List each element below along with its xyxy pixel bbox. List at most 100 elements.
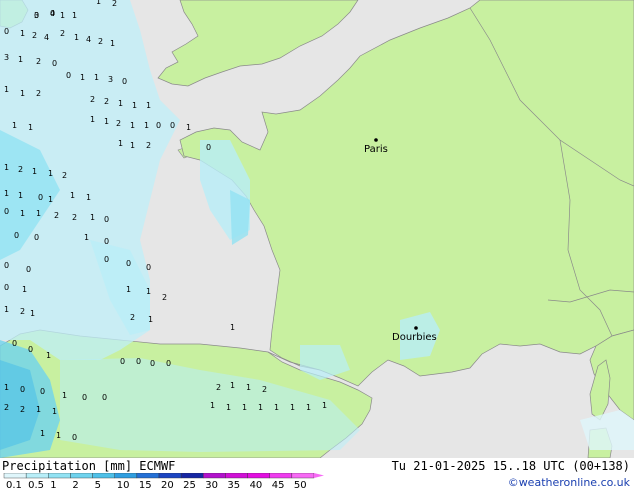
precip-value: 1 [52,407,57,416]
precip-value: 2 [98,37,103,46]
weather-map-view: Paris Dourbies 3411120124214213120011301… [0,0,634,490]
precip-value: 1 [146,287,151,296]
precip-value: 1 [110,39,115,48]
precip-value: 0 [82,393,87,402]
precip-value: 2 [36,57,41,66]
precip-value: 1 [80,73,85,82]
color-swatch [180,473,204,479]
precip-value: 1 [4,305,9,314]
precip-value: 2 [54,211,59,220]
color-swatch [92,473,115,479]
scale-tick-label: 20 [161,480,174,490]
precip-value: 1 [20,29,25,38]
precip-value: 1 [90,115,95,124]
color-swatch [3,473,27,479]
precip-value: 1 [230,381,235,390]
color-swatch [48,473,71,479]
scale-arrow [314,473,324,478]
precip-value: 1 [74,33,79,42]
precip-value: 0 [136,357,141,366]
precip-value: 1 [40,429,45,438]
scale-tick-label: 45 [272,480,285,490]
precip-value: 2 [18,165,23,174]
precip-value: 1 [146,101,151,110]
color-swatch [25,473,49,479]
precip-value: 1 [274,403,279,412]
precip-value: 1 [32,167,37,176]
color-swatch [136,473,160,479]
precip-value: 2 [90,95,95,104]
precip-value: 1 [22,285,27,294]
scale-tick-label: 15 [139,480,152,490]
precip-value: 0 [4,261,9,270]
precip-value: 0 [34,233,39,242]
precip-value: 0 [40,387,45,396]
precip-value: 1 [60,11,65,20]
scale-tick-label: 0.1 [6,480,22,490]
precip-value: 2 [62,171,67,180]
scale-tick-label: 5 [95,480,101,490]
precip-value: 0 [50,9,55,18]
precip-value: 3 [108,75,113,84]
precip-value: 3 [4,53,9,62]
color-swatch [203,473,226,479]
precip-value: 0 [102,393,107,402]
precip-value: 1 [290,403,295,412]
legend-bar: Precipitation [mm] ECMWF Tu 21-01-2025 1… [0,458,634,490]
precip-value: 1 [4,189,9,198]
color-swatch [114,473,138,479]
precip-value: 1 [30,309,35,318]
precip-value: 1 [36,405,41,414]
credit-link[interactable]: ©weatheronline.co.uk [508,476,630,489]
precip-value: 1 [90,213,95,222]
precip-value: 1 [118,139,123,148]
precip-value: 2 [116,119,121,128]
precip-value: 0 [34,11,39,20]
precip-value: 0 [104,237,109,246]
scale-tick-label: 30 [205,480,218,490]
precip-value: 1 [186,123,191,132]
scale-tick-label: 1 [50,480,56,490]
precip-value: 1 [230,323,235,332]
precip-value: 2 [60,29,65,38]
precip-value: 0 [12,339,17,348]
precip-value: 1 [18,55,23,64]
precip-value: 1 [118,99,123,108]
precip-value: 0 [66,71,71,80]
precip-value: 0 [104,255,109,264]
scale-tick-label: 2 [72,480,78,490]
precip-value: 0 [146,263,151,272]
precip-value: 1 [72,11,77,20]
color-swatch [269,473,293,479]
precip-value: 2 [112,0,117,8]
precip-value: 1 [86,193,91,202]
precip-value: 2 [32,31,37,40]
precip-value: 1 [306,403,311,412]
precip-value: 0 [206,143,211,152]
precip-value: 1 [36,209,41,218]
scale-tick-label: 40 [250,480,263,490]
precip-value: 0 [28,345,33,354]
precip-value: 2 [216,383,221,392]
precip-value: 0 [156,121,161,130]
precip-value: 1 [48,195,53,204]
precip-value: 1 [20,209,25,218]
precip-value: 1 [94,73,99,82]
precip-value: 0 [150,359,155,368]
precip-value: 1 [12,121,17,130]
color-swatch [247,473,270,479]
precip-value: 1 [144,121,149,130]
precip-value: 0 [170,121,175,130]
precip-value: 2 [104,97,109,106]
precip-value: 0 [20,385,25,394]
precip-value: 1 [20,89,25,98]
precip-value: 0 [4,207,9,216]
precip-value: 2 [20,405,25,414]
precip-value: 2 [262,385,267,394]
precip-value: 0 [14,231,19,240]
precip-value: 2 [146,141,151,150]
color-swatch [225,473,248,479]
color-swatch [291,473,315,479]
forecast-date: Tu 21-01-2025 15..18 UTC (00+138) [391,459,630,473]
precip-value: 0 [122,77,127,86]
